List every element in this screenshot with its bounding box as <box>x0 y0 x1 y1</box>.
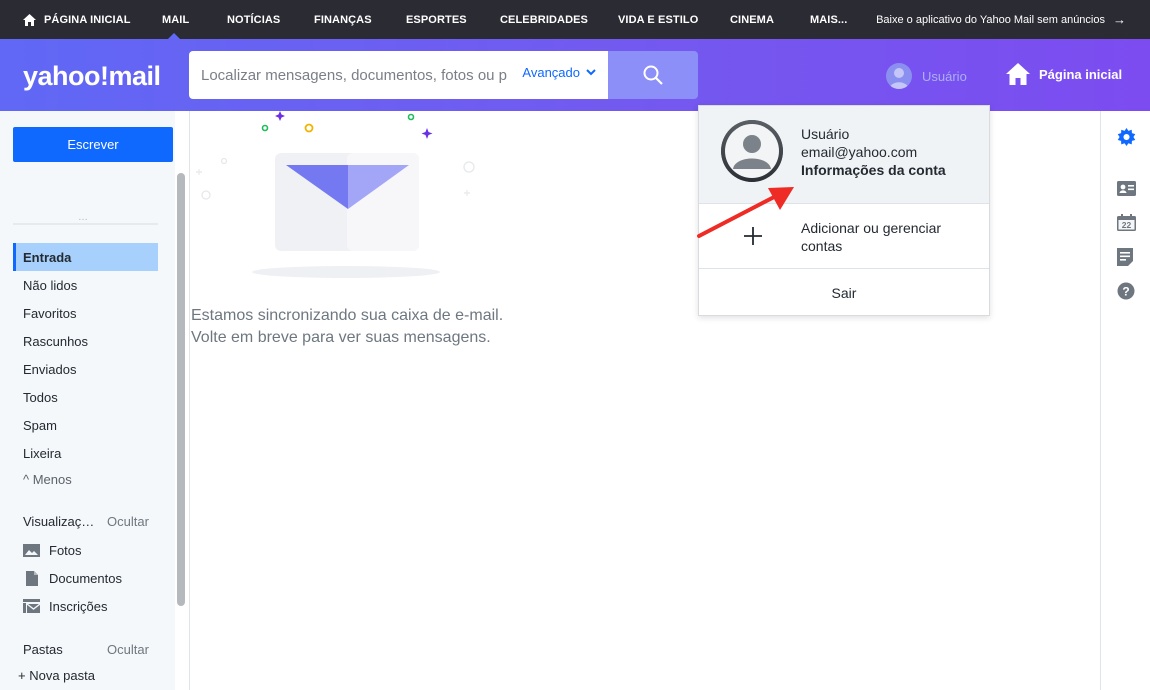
new-folder-button[interactable]: + Nova pasta <box>18 668 95 683</box>
sidebar-scrollbar[interactable] <box>177 173 185 606</box>
view-documents[interactable]: Documentos <box>23 566 122 590</box>
nav-mail-label: MAIL <box>162 13 190 26</box>
search-input[interactable] <box>201 52 511 98</box>
folder-sidebar: Escrever … Entrada Não lidos Favoritos R… <box>0 111 175 690</box>
ad-free-app-promo-link[interactable]: Baixe o aplicativo do Yahoo Mail sem anú… <box>876 0 1126 39</box>
nav-lifestyle-label: VIDA E ESTILO <box>618 13 699 26</box>
annotation-arrow <box>697 187 794 238</box>
top-navigation-bar: PÁGINA INICIAL MAIL NOTÍCIAS FINANÇAS ES… <box>0 0 1150 39</box>
compose-button[interactable]: Escrever <box>13 127 173 162</box>
folder-sent[interactable]: Enviados <box>13 355 158 383</box>
view-subscriptions[interactable]: Inscrições <box>23 594 108 618</box>
folder-all[interactable]: Todos <box>13 383 158 411</box>
chevron-down-icon <box>586 69 596 76</box>
sign-out-button[interactable]: Sair <box>699 270 989 316</box>
help-icon: ? <box>1117 282 1135 300</box>
nav-news-label: NOTÍCIAS <box>227 13 281 26</box>
homepage-label: Página inicial <box>1039 66 1123 82</box>
search-button[interactable] <box>608 51 698 99</box>
envelope-illustration <box>196 111 475 278</box>
notepad-button[interactable] <box>1117 248 1133 271</box>
homepage-link[interactable]: Página inicial <box>1006 63 1122 85</box>
nav-sports-label: ESPORTES <box>406 13 467 26</box>
folder-unread[interactable]: Não lidos <box>13 271 158 299</box>
yahoo-mail-logo[interactable]: yahoo!mail <box>23 61 161 92</box>
settings-button[interactable] <box>1117 128 1136 152</box>
account-name: Usuário <box>801 126 850 142</box>
user-name-label: Usuário <box>922 68 967 84</box>
nav-finance-label: FINANÇAS <box>314 13 372 26</box>
search-icon <box>643 65 663 85</box>
nav-home-link[interactable]: PÁGINA INICIAL <box>23 0 131 39</box>
subscriptions-icon <box>23 599 40 613</box>
sync-message-line-1: Estamos sincronizando sua caixa de e-mai… <box>191 307 504 324</box>
view-photos-label: Fotos <box>49 542 82 558</box>
account-info-link[interactable]: Informações da conta <box>801 162 946 178</box>
folders-hide-button[interactable]: Ocultar <box>107 642 149 657</box>
add-manage-accounts-label: Adicionar ou gerenciar contas <box>801 220 942 254</box>
home-icon <box>23 13 36 26</box>
drag-dots-icon: … <box>78 212 89 223</box>
sidebar-resize-handle[interactable]: … <box>13 212 158 226</box>
user-menu-button[interactable]: Usuário <box>886 63 967 89</box>
nav-finance-link[interactable]: FINANÇAS <box>314 0 372 39</box>
mail-header: yahoo!mail Avançado Usuário Página inici… <box>0 39 1150 111</box>
account-email: email@yahoo.com <box>801 144 918 160</box>
folder-trash[interactable]: Lixeira <box>13 439 158 467</box>
nav-celebrities-label: CELEBRIDADES <box>500 13 588 26</box>
advanced-search-label: Avançado <box>522 65 580 80</box>
advanced-search-button[interactable]: Avançado <box>522 65 596 80</box>
calendar-day-label: 22 <box>1122 220 1132 230</box>
settings-icon <box>1117 128 1136 147</box>
folder-starred[interactable]: Favoritos <box>13 299 158 327</box>
sync-message-line-2: Volte em breve para ver suas mensagens. <box>191 329 491 346</box>
avatar <box>886 63 912 89</box>
nav-lifestyle-link[interactable]: VIDA E ESTILO <box>618 0 698 39</box>
view-documents-label: Documentos <box>49 570 122 586</box>
folders-heading: Pastas <box>23 642 63 657</box>
sync-message: Estamos sincronizando sua caixa de e-mai… <box>191 305 503 349</box>
svg-text:?: ? <box>1122 285 1129 299</box>
notepad-icon <box>1117 248 1133 266</box>
nav-movies-link[interactable]: CINEMA <box>730 0 774 39</box>
views-hide-button[interactable]: Ocultar <box>107 514 149 529</box>
nav-news-link[interactable]: NOTÍCIAS <box>227 0 280 39</box>
nav-movies-label: CINEMA <box>730 13 774 26</box>
search-box: Avançado <box>189 51 608 99</box>
home-icon <box>1006 63 1030 85</box>
view-subscriptions-label: Inscrições <box>49 598 108 614</box>
nav-more-link[interactable]: MAIS... <box>810 0 847 39</box>
profile-avatar <box>721 120 783 182</box>
contacts-button[interactable] <box>1117 181 1136 201</box>
show-less-toggle[interactable]: ^ Menos <box>23 472 72 487</box>
contacts-icon <box>1117 181 1136 196</box>
nav-sports-link[interactable]: ESPORTES <box>406 0 467 39</box>
folder-spam[interactable]: Spam <box>13 411 158 439</box>
folder-inbox[interactable]: Entrada <box>13 243 158 271</box>
help-button[interactable]: ? <box>1117 282 1135 305</box>
arrow-right-icon: → <box>1113 12 1126 27</box>
promo-label: Baixe o aplicativo do Yahoo Mail sem anú… <box>876 13 1105 26</box>
right-rail: 22 ? <box>1100 111 1150 690</box>
nav-more-label: MAIS... <box>810 13 848 26</box>
document-icon <box>25 570 38 586</box>
calendar-icon: 22 <box>1117 214 1136 231</box>
nav-home-label: PÁGINA INICIAL <box>44 13 131 26</box>
views-heading: Visualizaç… <box>23 514 95 529</box>
folder-drafts[interactable]: Rascunhos <box>13 327 158 355</box>
nav-celebrities-link[interactable]: CELEBRIDADES <box>500 0 588 39</box>
calendar-button[interactable]: 22 <box>1117 214 1136 236</box>
view-photos[interactable]: Fotos <box>23 538 82 562</box>
photo-icon <box>23 543 40 557</box>
